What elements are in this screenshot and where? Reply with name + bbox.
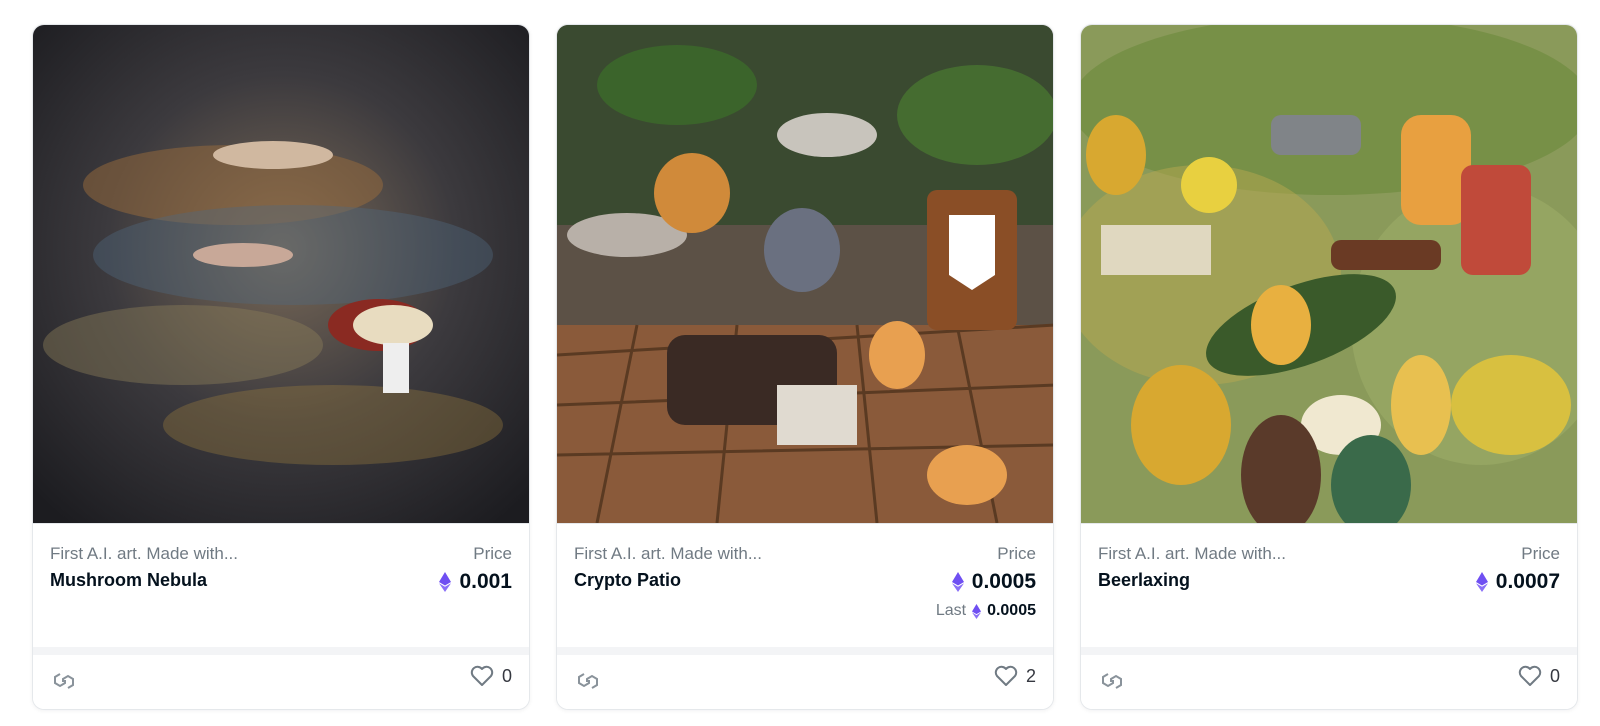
heart-icon bbox=[470, 665, 494, 686]
heart-icon bbox=[1518, 665, 1542, 686]
like-button[interactable]: 0 bbox=[1518, 665, 1560, 687]
card-info: First A.I. art. Made with... Mushroom Ne… bbox=[33, 524, 529, 648]
nft-card[interactable]: First A.I. art. Made with... Mushroom Ne… bbox=[32, 24, 530, 710]
nft-artwork-image[interactable] bbox=[33, 25, 530, 524]
last-sale-amount: 0.0005 bbox=[987, 602, 1036, 619]
price-amount: 0.0005 bbox=[971, 570, 1036, 593]
card-footer: 2 bbox=[557, 647, 1053, 709]
price-amount: 0.0007 bbox=[1495, 570, 1560, 593]
nft-card[interactable]: First A.I. art. Made with... Crypto Pati… bbox=[556, 24, 1054, 710]
price-value: 0.0007 bbox=[1475, 570, 1560, 594]
like-button[interactable]: 2 bbox=[994, 665, 1036, 687]
last-sale: Last 0.0005 bbox=[936, 602, 1036, 620]
card-info: First A.I. art. Made with... Crypto Pati… bbox=[557, 524, 1053, 648]
last-sale-label: Last bbox=[935, 602, 967, 619]
polygon-icon bbox=[1102, 673, 1122, 689]
nft-title[interactable]: Beerlaxing bbox=[1098, 570, 1190, 591]
card-info: First A.I. art. Made with... Beerlaxing … bbox=[1081, 524, 1577, 648]
like-button[interactable]: 0 bbox=[470, 665, 512, 687]
nft-artwork-image[interactable] bbox=[557, 25, 1054, 524]
like-count: 0 bbox=[501, 665, 512, 686]
price-value: 0.001 bbox=[439, 570, 512, 594]
collection-name[interactable]: First A.I. art. Made with... bbox=[50, 544, 238, 564]
card-footer: 0 bbox=[33, 647, 529, 709]
eth-icon bbox=[439, 572, 452, 592]
eth-icon bbox=[951, 572, 964, 592]
nft-card-grid: First A.I. art. Made with... Mushroom Ne… bbox=[32, 24, 1578, 710]
polygon-icon bbox=[54, 673, 74, 689]
price-value: 0.0005 bbox=[951, 570, 1036, 594]
like-count: 2 bbox=[1025, 665, 1036, 686]
polygon-icon bbox=[578, 673, 598, 689]
card-footer: 0 bbox=[1081, 647, 1577, 709]
eth-icon bbox=[972, 603, 982, 619]
heart-icon bbox=[994, 665, 1018, 686]
collection-name[interactable]: First A.I. art. Made with... bbox=[1098, 544, 1286, 564]
nft-title[interactable]: Mushroom Nebula bbox=[50, 570, 207, 591]
collection-name[interactable]: First A.I. art. Made with... bbox=[574, 544, 762, 564]
price-amount: 0.001 bbox=[459, 570, 512, 593]
eth-icon bbox=[1475, 572, 1488, 592]
price-label: Price bbox=[997, 544, 1036, 563]
price-label: Price bbox=[1521, 544, 1560, 563]
nft-card[interactable]: First A.I. art. Made with... Beerlaxing … bbox=[1080, 24, 1578, 710]
like-count: 0 bbox=[1549, 665, 1560, 686]
nft-artwork-image[interactable] bbox=[1081, 25, 1578, 524]
price-label: Price bbox=[473, 544, 512, 563]
nft-title[interactable]: Crypto Patio bbox=[574, 570, 681, 591]
